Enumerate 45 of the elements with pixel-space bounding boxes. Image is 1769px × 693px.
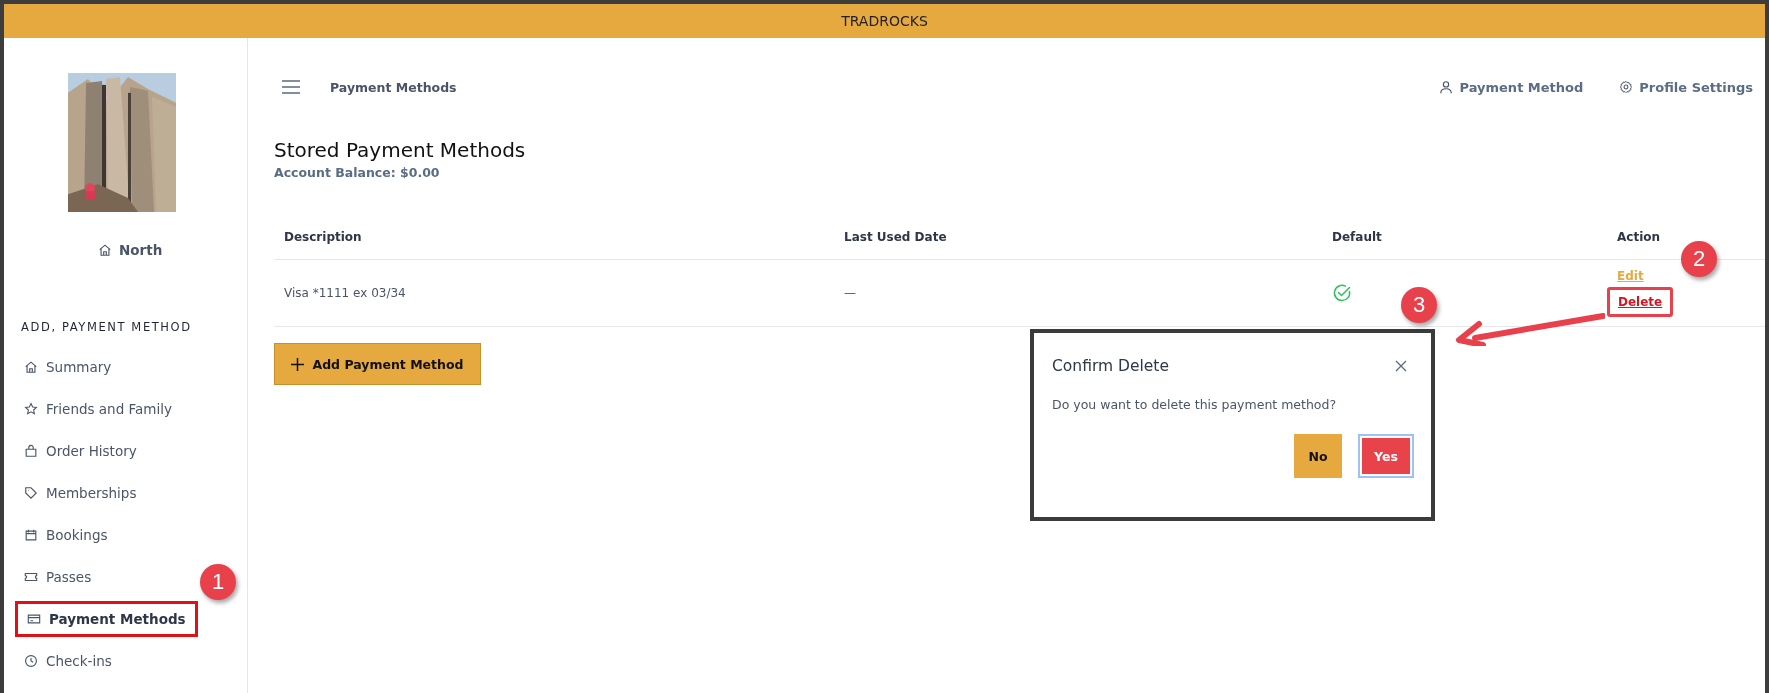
cancel-button[interactable]: No [1294, 434, 1342, 478]
bag-icon [24, 444, 38, 458]
sidebar-item[interactable]: Bookings [24, 514, 108, 556]
app-title: TRADROCKS [841, 13, 928, 29]
account-balance: Account Balance: $0.00 [274, 165, 441, 180]
profile-settings-link[interactable]: Profile Settings [1619, 79, 1753, 95]
step-number-badge: 2 [1681, 241, 1717, 277]
payment-method-link[interactable]: Payment Method [1439, 79, 1584, 95]
user-icon [1439, 80, 1454, 94]
card-icon [27, 612, 41, 626]
star-icon [24, 402, 38, 416]
column-header: Last Used Date [844, 229, 947, 244]
confirm-button[interactable]: Yes [1358, 434, 1414, 478]
sidebar-item[interactable]: Friends and Family [24, 388, 172, 430]
sidebar-item[interactable]: Check-ins [24, 640, 112, 682]
column-header: Default [1332, 229, 1382, 244]
location-name: North [119, 242, 163, 258]
table-cell: — [844, 286, 856, 300]
sidebar-item[interactable]: Memberships [24, 472, 137, 514]
section-heading: ADD, PAYMENT METHOD [21, 320, 192, 334]
close-icon[interactable] [1395, 360, 1407, 372]
sidebar-item[interactable]: Order History [24, 430, 137, 472]
sidebar-item[interactable]: Passes [24, 556, 92, 598]
sidebar-item[interactable]: Payment Methods [15, 601, 198, 637]
page-title: Payment Methods [330, 79, 457, 95]
menu-icon[interactable] [282, 80, 300, 94]
step-number-badge: 1 [200, 564, 236, 600]
clock-icon [24, 654, 38, 668]
section-title: Stored Payment Methods [274, 138, 527, 162]
calendar-icon [24, 528, 38, 542]
add-payment-method-button[interactable]: Add Payment Method [274, 343, 481, 385]
column-header: Action [1617, 229, 1661, 244]
tag-icon [24, 486, 38, 500]
column-header: Description [284, 229, 362, 244]
sidebar-item[interactable]: Summary [24, 346, 112, 388]
home-icon [24, 360, 38, 374]
home-icon [98, 243, 112, 257]
table-cell: Visa *1111 ex 03/34 [284, 286, 406, 300]
plus-icon [291, 357, 305, 371]
ticket-icon [24, 570, 38, 584]
settings-icon [1619, 80, 1634, 94]
delete-link[interactable]: Delete [1607, 287, 1674, 317]
dialog-title: Confirm Delete [1052, 357, 1169, 375]
step-number-badge: 3 [1401, 287, 1437, 323]
dialog-message: Do you want to delete this payment method? [1052, 397, 1338, 412]
